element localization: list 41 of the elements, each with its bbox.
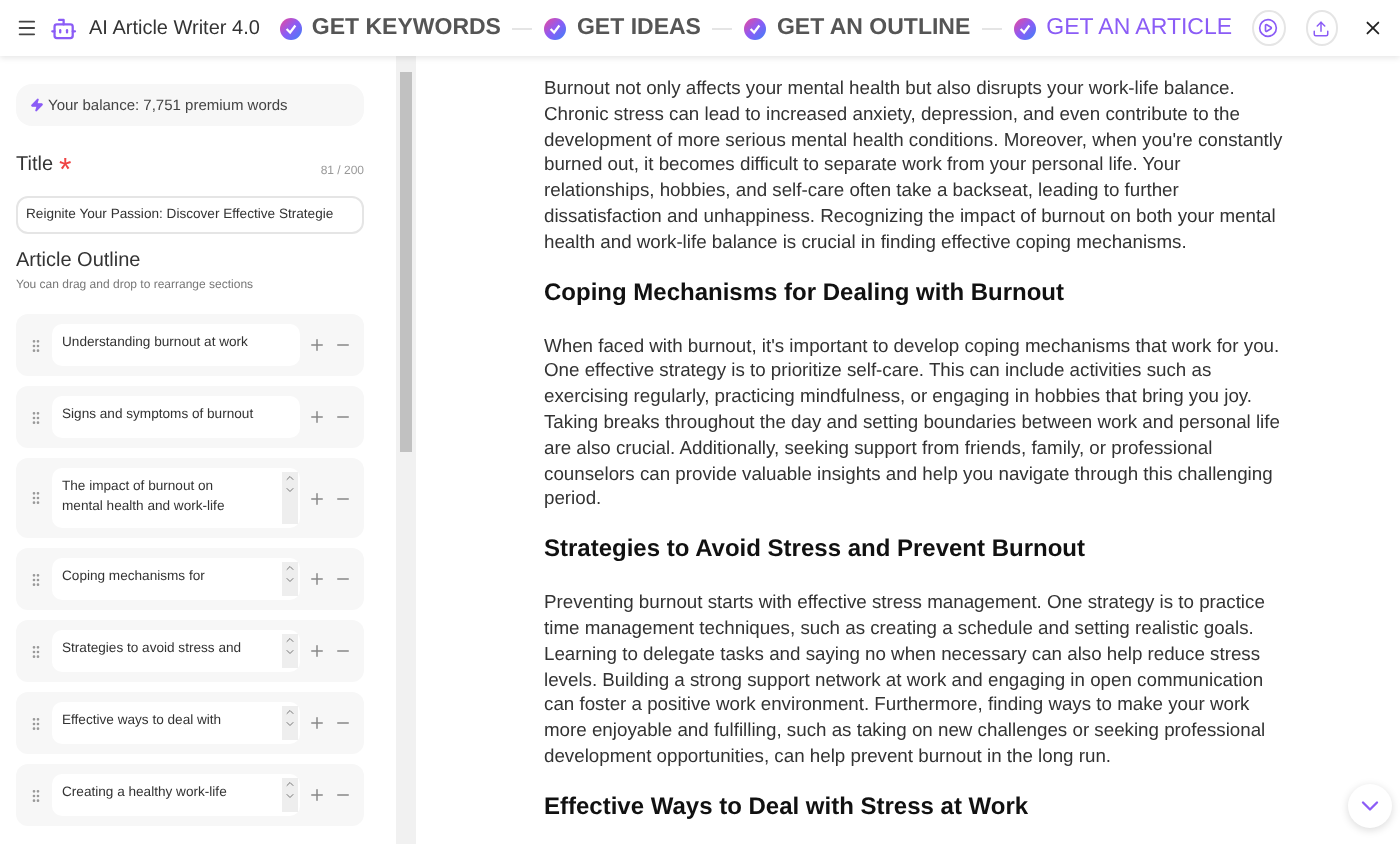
play-icon [1258, 18, 1279, 38]
add-icon[interactable] [308, 642, 326, 660]
add-icon[interactable] [308, 408, 326, 426]
check-icon [279, 17, 302, 39]
step-tab[interactable]: GET IDEAS [544, 16, 701, 40]
check-icon [1014, 17, 1037, 39]
menu-icon[interactable] [16, 16, 38, 40]
share-button[interactable] [1305, 10, 1339, 46]
add-icon[interactable] [308, 570, 326, 588]
section-heading: Coping Mechanisms for Dealing with Burnout [544, 277, 1067, 306]
drag-handle-icon[interactable] [28, 643, 44, 659]
check-icon [744, 17, 767, 39]
outline-label: Article Outline [16, 250, 141, 272]
step-tab[interactable]: GET KEYWORDS [279, 16, 501, 40]
drag-handle-icon[interactable] [28, 715, 44, 731]
app-title: AI Article Writer 4.0 [89, 17, 260, 39]
add-icon[interactable] [308, 714, 326, 732]
drag-handle-icon[interactable] [28, 787, 44, 803]
drag-handle-icon[interactable] [28, 337, 44, 353]
drag-handle-icon[interactable] [28, 571, 44, 587]
section-heading: Effective Ways to Deal with Stress at Work [544, 791, 1031, 820]
play-button[interactable] [1252, 10, 1286, 46]
title-label: Title [16, 154, 54, 180]
article-paragraph: When faced with burnout, it's important to develop coping mechanisms that work for you. One effective strategy is to prioritize self-care. This can include activities such as exercising regularly, practicing mindfulness, or engaging in hobbies that bring you joy. Taking breaks throughout the day and setting boundaries between work and personal life are also crucial. Additionally, seeking support from friends, family, or professional counselors can provide valuable insights and help you navigate through this challenging period. [544, 333, 1282, 513]
close-icon[interactable] [1362, 16, 1384, 40]
bolt-icon [30, 98, 44, 112]
step-tab[interactable]: GET AN ARTICLE [1014, 16, 1233, 40]
article-paragraph: Preventing burnout starts with effective stress management. One strategy is to practice time management techniques, such as creating a schedule and setting realistic goals. Learning to delegate tasks and saying no when necessary can also help reduce stress levels. Building a strong support network at work and engaging in open communication can foster a positive work environment. Furthermore, finding ways to make your work more enjoyable and fulfilling, such as taking on new challenges or seeking professional development opportunities, can help prevent burnout in the long run. [544, 590, 1268, 770]
article-paragraph: Burnout not only affects your mental health but also disrupts your work-life balance. Chronic stress can lead to increased anxiety, depression, and even contribute to the development of more serious mental health conditions. Moreover, when you're constantly burned out, it becomes difficult to separate work from your personal life. Your relationships, hobbies, and self-care often take a backseat, leading to further dissatisfaction and unhappiness. Recognizing the impact of burnout on both your mental health and work-life balance is crucial in finding effective coping mechanisms. [544, 76, 1285, 256]
robot-icon [49, 13, 78, 43]
add-icon[interactable] [308, 786, 326, 804]
upload-icon [1312, 19, 1331, 37]
add-icon[interactable] [308, 336, 326, 354]
section-heading: Strategies to Avoid Stress and Prevent Burnout [544, 534, 1087, 563]
scroll-down-button[interactable] [1348, 784, 1392, 828]
check-icon [544, 17, 567, 39]
drag-handle-icon[interactable] [28, 409, 44, 425]
drag-handle-icon[interactable] [28, 490, 44, 506]
step-tab[interactable]: GET AN OUTLINE [744, 16, 971, 40]
required-mark: * [59, 154, 72, 190]
add-icon[interactable] [308, 489, 326, 507]
